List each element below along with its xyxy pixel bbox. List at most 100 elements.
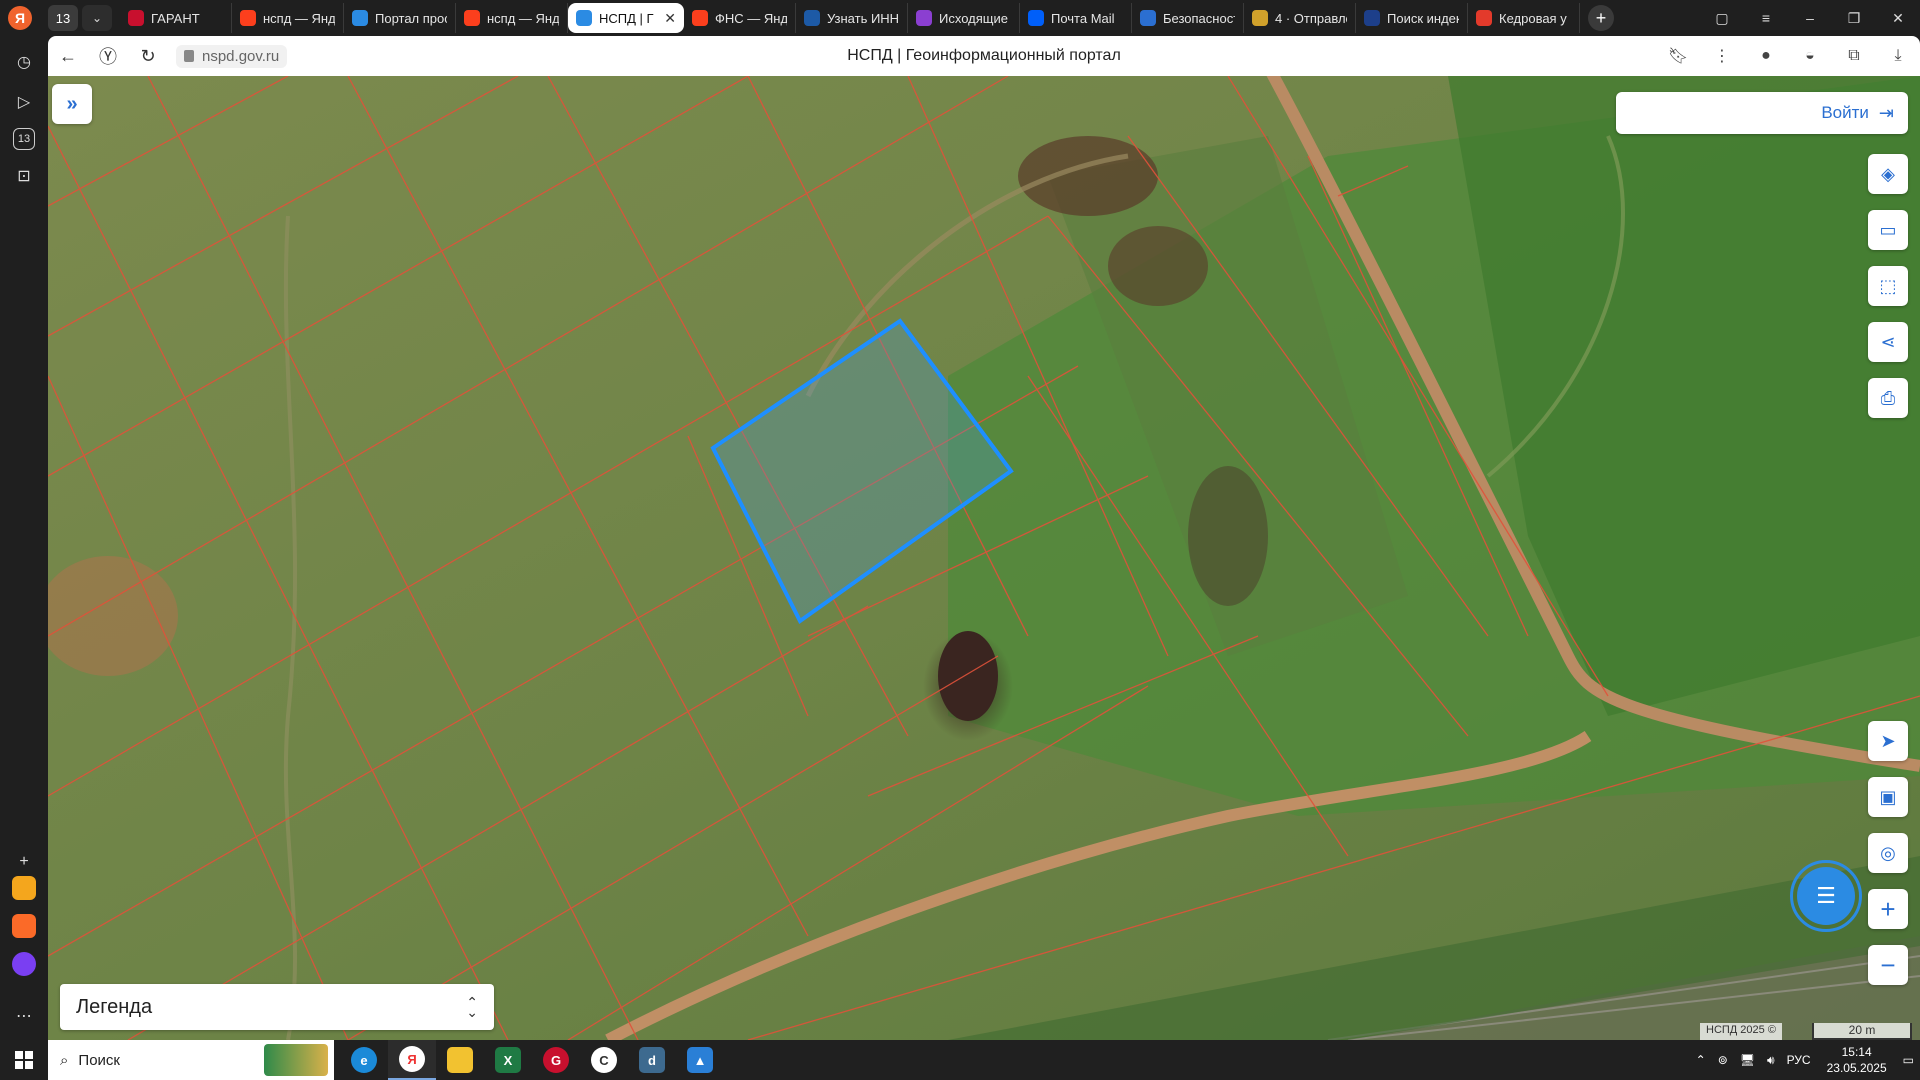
tray-chevron-icon[interactable]: ⌃ bbox=[1696, 1053, 1706, 1067]
mail-icon bbox=[1028, 10, 1044, 26]
taskbar-app-photos[interactable]: ▲ bbox=[676, 1040, 724, 1080]
screenshot-icon[interactable]: ⊡ bbox=[10, 162, 38, 190]
new-tab-button[interactable]: + bbox=[1588, 5, 1614, 31]
taskbar-edge[interactable]: e bbox=[340, 1040, 388, 1080]
profile-icon[interactable]: ● bbox=[1744, 47, 1788, 65]
scale-bar: 20 m bbox=[1812, 1023, 1912, 1040]
fns-icon bbox=[804, 10, 820, 26]
browser-tab[interactable]: Безопасность bbox=[1132, 3, 1244, 33]
tab-label: Почта Mail bbox=[1051, 10, 1115, 26]
back-button[interactable]: ← bbox=[48, 46, 88, 67]
lock-icon bbox=[184, 50, 194, 62]
share-button[interactable]: ⋖ bbox=[1868, 322, 1908, 362]
taskbar-yandex-browser[interactable]: Я bbox=[388, 1040, 436, 1080]
tab-list-chevron-icon[interactable]: ⌄ bbox=[82, 5, 112, 31]
network-icon[interactable]: 🖥︎ bbox=[1740, 1053, 1755, 1067]
browser-tab[interactable]: нспд — Яндекс bbox=[456, 3, 568, 33]
url-field[interactable]: nspd.gov.ru bbox=[176, 44, 288, 68]
select-area-button[interactable]: ⬚ bbox=[1868, 266, 1908, 306]
notifications-icon[interactable]: ▭ bbox=[1903, 1053, 1914, 1067]
mail-app-icon[interactable] bbox=[12, 914, 36, 938]
url-text: nspd.gov.ru bbox=[202, 47, 280, 65]
search-location-button[interactable]: ◎ bbox=[1868, 833, 1908, 873]
downloads-icon[interactable]: ⤓ bbox=[1876, 47, 1920, 65]
history-icon[interactable]: ◷ bbox=[10, 48, 38, 76]
extensions-icon[interactable]: ⧉ bbox=[1832, 47, 1876, 65]
login-button[interactable]: Войти ⇥ bbox=[1616, 92, 1908, 134]
bookmark-icon[interactable]: 🔖︎ bbox=[1656, 46, 1700, 66]
taskbar-apps: e Я X G C d ▲ bbox=[340, 1040, 724, 1080]
zoom-out-button[interactable]: − bbox=[1868, 945, 1908, 985]
photos-icon: ▲ bbox=[687, 1047, 713, 1073]
tab-count-button[interactable]: 13 bbox=[48, 5, 78, 31]
volume-icon[interactable]: 🔊︎ bbox=[1767, 1053, 1775, 1068]
start-button[interactable] bbox=[0, 1040, 48, 1080]
map-attribution: НСПД 2025 © bbox=[1700, 1023, 1782, 1040]
tab-label: нспд — Яндекс bbox=[487, 10, 559, 26]
add-panel-icon[interactable]: + bbox=[10, 848, 38, 876]
ruler-icon: ▭ bbox=[1879, 219, 1897, 240]
print-button[interactable]: ⎙ bbox=[1868, 378, 1908, 418]
maximize-button[interactable]: ❐ bbox=[1832, 10, 1876, 27]
expand-panel-button[interactable]: » bbox=[52, 84, 92, 124]
taskbar-explorer[interactable] bbox=[436, 1040, 484, 1080]
tab-label: 4 · Отправлено bbox=[1275, 10, 1347, 26]
browser-tab[interactable]: ГАРАНТ bbox=[120, 3, 232, 33]
taskbar-search[interactable]: ⌕ Поиск bbox=[48, 1040, 334, 1080]
tab-label: Кедровая у bbox=[1499, 10, 1567, 26]
geolocation-button[interactable]: ➤ bbox=[1868, 721, 1908, 761]
zoom-in-icon: + bbox=[1880, 893, 1896, 924]
browser-tab[interactable]: Кедровая у bbox=[1468, 3, 1580, 33]
taskbar-garant[interactable]: G bbox=[532, 1040, 580, 1080]
browser-logo[interactable]: Я bbox=[0, 0, 40, 36]
language-indicator[interactable]: РУС bbox=[1787, 1053, 1811, 1067]
more-icon[interactable]: ⋯ bbox=[10, 1002, 38, 1030]
clock-time: 15:14 bbox=[1841, 1045, 1872, 1059]
taskbar-app-d[interactable]: d bbox=[628, 1040, 676, 1080]
collections-icon[interactable]: ▢ bbox=[1700, 10, 1744, 27]
taskbar-app-c[interactable]: C bbox=[580, 1040, 628, 1080]
edge-icon: e bbox=[351, 1047, 377, 1073]
browser-tab[interactable]: Портал пространственных bbox=[344, 3, 456, 33]
tab-label: ФНС — Яндекс bbox=[715, 10, 787, 26]
expand-collapse-icon: ⌃ ⌄ bbox=[466, 994, 478, 1020]
garant-icon bbox=[128, 10, 144, 26]
close-window-button[interactable]: ✕ bbox=[1876, 10, 1920, 27]
browser-tab[interactable]: Поиск индекса bbox=[1356, 3, 1468, 33]
page-title: НСПД | Геоинформационный портал bbox=[847, 47, 1121, 64]
alice-icon[interactable] bbox=[12, 952, 36, 976]
browser-tab[interactable]: Исходящие bbox=[908, 3, 1020, 33]
reload-button[interactable]: ↻ bbox=[128, 46, 168, 67]
search-icon: ⌕ bbox=[60, 1051, 69, 1069]
map-canvas[interactable]: » Войти ⇥ ◈ ▭ ⬚ ⋖ ⎙ ➤ ▣ ◎ + − ☰ Легенда … bbox=[48, 76, 1920, 1040]
browser-tab[interactable]: 4 · Отправлено bbox=[1244, 3, 1356, 33]
browser-tab[interactable]: Почта Mail bbox=[1020, 3, 1132, 33]
app-shortcut-icon[interactable] bbox=[12, 876, 36, 900]
tray-sync-icon[interactable]: ⊚ bbox=[1718, 1053, 1728, 1067]
more-options-icon[interactable]: ⋮ bbox=[1700, 46, 1744, 66]
satellite-imagery bbox=[48, 76, 1920, 1040]
chat-button[interactable]: ☰ bbox=[1790, 860, 1862, 932]
yandex-icon bbox=[240, 10, 256, 26]
clock[interactable]: 15:14 23.05.2025 bbox=[1827, 1044, 1887, 1076]
yandex-home-icon[interactable]: Ⓨ bbox=[88, 43, 128, 69]
zoom-in-button[interactable]: + bbox=[1868, 889, 1908, 929]
layers-button[interactable]: ◈ bbox=[1868, 154, 1908, 194]
cloud-icon[interactable]: ◒ bbox=[1788, 47, 1832, 65]
address-bar-actions: 🔖︎ ⋮ ● ◒ ⧉ ⤓ bbox=[1656, 36, 1920, 76]
close-tab-icon[interactable]: ✕ bbox=[664, 10, 676, 27]
menu-icon[interactable]: ≡ bbox=[1744, 10, 1788, 26]
browser-tab[interactable]: Узнать ИНН bbox=[796, 3, 908, 33]
tabs-count-icon[interactable]: 13 bbox=[13, 128, 35, 150]
select-area-icon: ⬚ bbox=[1879, 275, 1897, 296]
browser-tab[interactable]: НСПД | Г ✕ bbox=[568, 3, 684, 33]
minimize-button[interactable]: – bbox=[1788, 10, 1832, 26]
minimap-button[interactable]: ▣ bbox=[1868, 777, 1908, 817]
legend-dropdown[interactable]: Легенда ⌃ ⌄ bbox=[60, 984, 494, 1030]
ruler-button[interactable]: ▭ bbox=[1868, 210, 1908, 250]
media-play-icon[interactable]: ▷ bbox=[10, 88, 38, 116]
browser-tab[interactable]: нспд — Яндекс bbox=[232, 3, 344, 33]
taskbar-excel[interactable]: X bbox=[484, 1040, 532, 1080]
browser-tab[interactable]: ФНС — Яндекс bbox=[684, 3, 796, 33]
tab-label: ГАРАНТ bbox=[151, 10, 200, 26]
